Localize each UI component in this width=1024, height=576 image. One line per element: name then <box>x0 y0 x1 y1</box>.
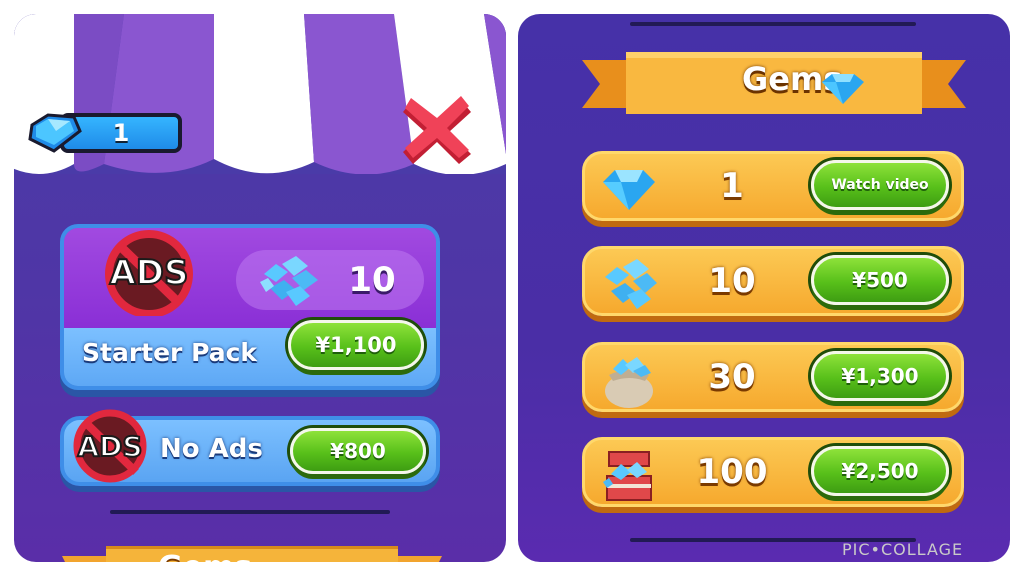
gems-banner: Gems <box>62 544 442 562</box>
no-ads-badge-text: ADS <box>77 430 142 463</box>
gem-offer-row: 10 ¥500 <box>582 246 964 316</box>
gem-offer-amount: 1 <box>720 166 744 206</box>
shop-panel-left: 1 ADS 10 Starter Pack ¥1,100 ADS No Ads … <box>14 14 506 562</box>
gems-banner-title: Gems <box>158 550 252 562</box>
gem-offer-amount: 10 <box>708 261 756 301</box>
close-icon[interactable] <box>399 92 475 170</box>
gem-icon <box>603 170 655 210</box>
gem-offer-row: 1 Watch video <box>582 151 964 221</box>
gem-offer-amount: 100 <box>696 452 768 492</box>
buy-30-gems-button[interactable]: ¥1,300 <box>811 351 949 401</box>
gem-sack-icon <box>605 357 653 408</box>
starter-pack-buy-button[interactable]: ¥1,100 <box>288 320 424 370</box>
gem-offer-amount: 30 <box>708 357 756 397</box>
no-ads-badge-icon: ADS <box>73 409 147 483</box>
buy-10-gems-button[interactable]: ¥500 <box>811 255 949 305</box>
no-ads-label: No Ads <box>160 434 263 464</box>
gem-offer-row: 100 ¥2,500 <box>582 437 964 507</box>
starter-pack-card: ADS 10 Starter Pack ¥1,100 <box>60 224 440 390</box>
gem-icon <box>822 74 864 104</box>
no-ads-buy-button[interactable]: ¥800 <box>290 428 426 474</box>
divider <box>110 510 390 514</box>
gem-pile-icon <box>260 256 318 306</box>
treasure-chest-icon <box>603 451 652 501</box>
no-ads-badge-text: ADS <box>109 253 188 293</box>
no-ads-badge-icon: ADS <box>105 230 193 316</box>
starter-gem-pill: 10 <box>236 250 424 310</box>
gem-pile-icon <box>605 259 657 309</box>
no-ads-card: ADS No Ads ¥800 <box>60 409 440 486</box>
watermark: PIC•COLLAGE <box>842 540 964 559</box>
gem-offer-row: 30 ¥1,300 <box>582 342 964 412</box>
divider <box>630 22 916 26</box>
starter-gem-amount: 10 <box>348 260 396 300</box>
shop-panel-right: Gems 1 Watch video 10 ¥500 30 ¥1,300 100… <box>518 14 1010 562</box>
gems-title-ribbon: Gems <box>582 50 966 122</box>
gem-icon <box>28 113 82 153</box>
gem-counter: 1 <box>26 111 184 155</box>
starter-pack-label: Starter Pack <box>82 338 258 367</box>
watch-video-button[interactable]: Watch video <box>811 160 949 210</box>
buy-100-gems-button[interactable]: ¥2,500 <box>811 446 949 496</box>
